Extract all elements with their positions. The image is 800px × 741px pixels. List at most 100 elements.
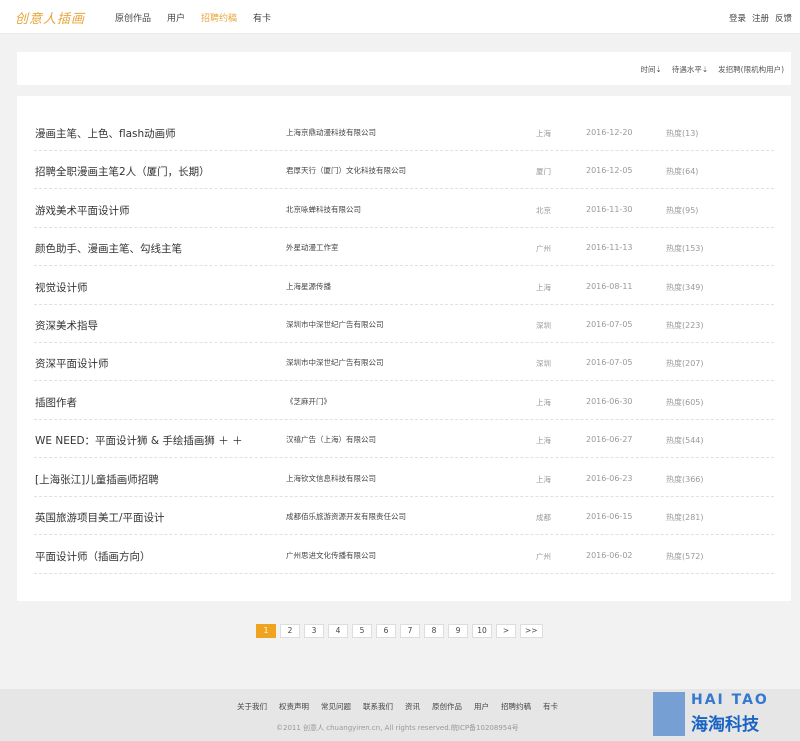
job-title[interactable]: 平面设计师（插画方向） <box>35 549 151 564</box>
page-9[interactable]: 9 <box>448 624 468 638</box>
job-heat: 热度(153) <box>666 244 704 253</box>
job-city: 广州 <box>536 552 551 561</box>
job-company[interactable]: 《芝麻开门》 <box>286 396 331 407</box>
job-date: 2016-07-05 <box>586 320 633 329</box>
job-city: 深圳 <box>536 321 551 330</box>
feedback-link[interactable]: 反馈 <box>775 12 792 24</box>
job-company[interactable]: 上海星源传播 <box>286 281 331 292</box>
footer-link-card[interactable]: 有卡 <box>543 701 558 712</box>
job-row[interactable]: 招聘全职漫画主笔2人（厦门，长期） 君厚天行（厦门）文化科技有限公司 厦门 20… <box>34 151 774 189</box>
footer-nav: 关于我们 权责声明 常见问题 联系我们 资讯 原创作品 用户 招聘约稿 有卡 <box>237 701 558 712</box>
job-company[interactable]: 外星动漫工作室 <box>286 242 339 253</box>
job-heat: 热度(605) <box>666 398 704 407</box>
page-7[interactable]: 7 <box>400 624 420 638</box>
job-company[interactable]: 汉禧广告（上海）有限公司 <box>286 434 376 445</box>
job-row[interactable]: 平面设计师（插画方向） 广州思进文化传播有限公司 广州 2016-06-02 热… <box>34 536 774 574</box>
nav-users[interactable]: 用户 <box>167 11 185 24</box>
job-heat: 热度(572) <box>666 552 704 561</box>
footer-link-users[interactable]: 用户 <box>474 701 489 712</box>
job-company[interactable]: 深圳市中深世纪广告有限公司 <box>286 357 384 368</box>
job-date: 2016-06-15 <box>586 512 633 521</box>
footer-link-rights[interactable]: 权责声明 <box>279 701 309 712</box>
job-city: 上海 <box>536 129 551 138</box>
job-heat: 热度(281) <box>666 513 704 522</box>
job-row[interactable]: WE NEED：平面设计狮 & 手绘插画狮 ＋ ＋ 汉禧广告（上海）有限公司 上… <box>34 420 774 458</box>
post-job-link[interactable]: 发招聘(限机构用户) <box>718 64 784 75</box>
watermark-en: HAI TAO <box>691 692 769 708</box>
job-heat: 热度(64) <box>666 167 699 176</box>
nav-recruit[interactable]: 招聘约稿 <box>201 11 237 24</box>
site-logo[interactable]: 创意人插画 <box>15 8 85 27</box>
job-row[interactable]: 资深美术指导 深圳市中深世纪广告有限公司 深圳 2016-07-05 热度(22… <box>34 305 774 343</box>
job-title[interactable]: 游戏美术平面设计师 <box>35 203 130 218</box>
job-heat: 热度(223) <box>666 321 704 330</box>
job-row[interactable]: 资深平面设计师 深圳市中深世纪广告有限公司 深圳 2016-07-05 热度(2… <box>34 343 774 381</box>
page-6[interactable]: 6 <box>376 624 396 638</box>
job-title[interactable]: 颜色助手、漫画主笔、勾线主笔 <box>35 241 182 256</box>
sort-by-salary[interactable]: 待遇水平⇣ <box>672 64 708 75</box>
page-4[interactable]: 4 <box>328 624 348 638</box>
job-row[interactable]: 视觉设计师 上海星源传播 上海 2016-08-11 热度(349) <box>34 267 774 305</box>
watermark-logo: HAI TAO 海淘科技 <box>631 692 791 738</box>
last-page-button[interactable]: >> <box>520 624 543 638</box>
page-2[interactable]: 2 <box>280 624 300 638</box>
footer-link-about[interactable]: 关于我们 <box>237 701 267 712</box>
job-date: 2016-06-23 <box>586 474 633 483</box>
sort-by-time[interactable]: 时间⇣ <box>641 64 662 75</box>
job-title[interactable]: 英国旅游项目美工/平面设计 <box>35 510 165 525</box>
footer-link-works[interactable]: 原创作品 <box>432 701 462 712</box>
job-date: 2016-06-30 <box>586 397 633 406</box>
job-title[interactable]: [上海张江]儿童插画师招聘 <box>35 472 159 487</box>
job-company[interactable]: 北京咏蝉科技有限公司 <box>286 204 361 215</box>
job-heat: 热度(366) <box>666 475 704 484</box>
page-1[interactable]: 1 <box>256 624 276 638</box>
login-link[interactable]: 登录 <box>729 12 746 24</box>
job-title[interactable]: 资深平面设计师 <box>35 356 109 371</box>
job-date: 2016-07-05 <box>586 358 633 367</box>
footer-link-contact[interactable]: 联系我们 <box>363 701 393 712</box>
page-8[interactable]: 8 <box>424 624 444 638</box>
job-company[interactable]: 广州思进文化传播有限公司 <box>286 550 376 561</box>
job-row[interactable]: [上海张江]儿童插画师招聘 上海钦文信息科技有限公司 上海 2016-06-23… <box>34 459 774 497</box>
next-page-button[interactable]: > <box>496 624 516 638</box>
job-city: 广州 <box>536 244 551 253</box>
job-title[interactable]: 插图作者 <box>35 395 77 410</box>
job-title[interactable]: WE NEED：平面设计狮 & 手绘插画狮 ＋ ＋ <box>35 433 243 448</box>
job-list: 漫画主笔、上色、flash动画师 上海京鼎动漫科技有限公司 上海 2016-12… <box>17 96 791 601</box>
nav-works[interactable]: 原创作品 <box>115 11 151 24</box>
filter-bar: 时间⇣ 待遇水平⇣ 发招聘(限机构用户) <box>17 52 791 85</box>
job-date: 2016-08-11 <box>586 282 633 291</box>
job-company[interactable]: 上海京鼎动漫科技有限公司 <box>286 127 376 138</box>
nav-card[interactable]: 有卡 <box>253 11 271 24</box>
job-company[interactable]: 成都佰乐旅游资源开发有限责任公司 <box>286 511 406 522</box>
job-city: 上海 <box>536 475 551 484</box>
job-row[interactable]: 插图作者 《芝麻开门》 上海 2016-06-30 热度(605) <box>34 382 774 420</box>
pagination: 1 2 3 4 5 6 7 8 9 10 > >> <box>256 624 543 638</box>
job-row[interactable]: 漫画主笔、上色、flash动画师 上海京鼎动漫科技有限公司 上海 2016-12… <box>34 113 774 151</box>
register-link[interactable]: 注册 <box>752 12 769 24</box>
page-10[interactable]: 10 <box>472 624 492 638</box>
job-city: 上海 <box>536 398 551 407</box>
footer-link-faq[interactable]: 常见问题 <box>321 701 351 712</box>
job-row[interactable]: 颜色助手、漫画主笔、勾线主笔 外星动漫工作室 广州 2016-11-13 热度(… <box>34 228 774 266</box>
user-nav: 登录 注册 反馈 <box>729 12 792 24</box>
job-title[interactable]: 资深美术指导 <box>35 318 98 333</box>
job-company[interactable]: 上海钦文信息科技有限公司 <box>286 473 376 484</box>
job-title[interactable]: 招聘全职漫画主笔2人（厦门，长期） <box>35 164 210 179</box>
job-city: 厦门 <box>536 167 551 176</box>
page-3[interactable]: 3 <box>304 624 324 638</box>
job-date: 2016-11-13 <box>586 243 633 252</box>
job-row[interactable]: 英国旅游项目美工/平面设计 成都佰乐旅游资源开发有限责任公司 成都 2016-0… <box>34 497 774 535</box>
job-title[interactable]: 视觉设计师 <box>35 280 88 295</box>
footer-link-recruit[interactable]: 招聘约稿 <box>501 701 531 712</box>
job-company[interactable]: 深圳市中深世纪广告有限公司 <box>286 319 384 330</box>
job-row[interactable]: 游戏美术平面设计师 北京咏蝉科技有限公司 北京 2016-11-30 热度(95… <box>34 190 774 228</box>
page-5[interactable]: 5 <box>352 624 372 638</box>
footer-link-news[interactable]: 资讯 <box>405 701 420 712</box>
job-heat: 热度(207) <box>666 359 704 368</box>
job-title[interactable]: 漫画主笔、上色、flash动画师 <box>35 126 176 141</box>
job-date: 2016-11-30 <box>586 205 633 214</box>
job-company[interactable]: 君厚天行（厦门）文化科技有限公司 <box>286 165 406 176</box>
job-heat: 热度(349) <box>666 283 704 292</box>
job-heat: 热度(95) <box>666 206 699 215</box>
